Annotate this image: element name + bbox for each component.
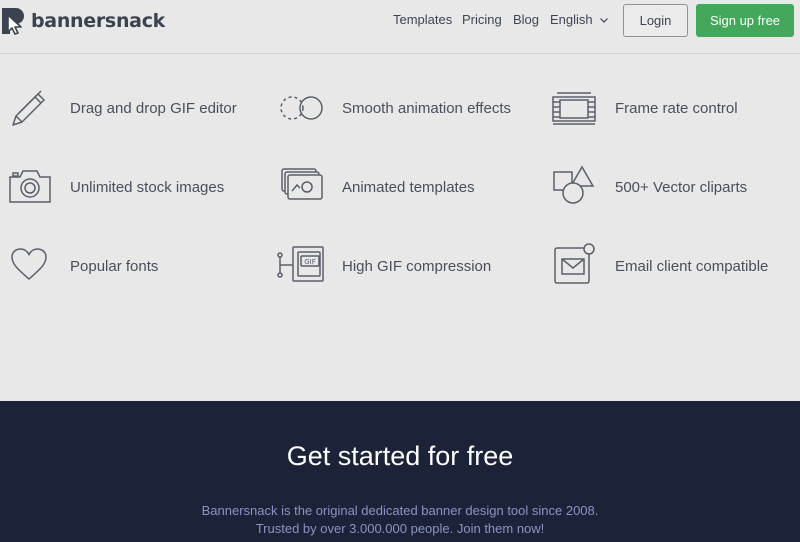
animation-circles-icon: [279, 94, 325, 122]
gif-compression-icon: GIF: [277, 245, 325, 283]
logo-text: bannersnack: [31, 10, 165, 32]
cta-description-line: Bannersnack is the original dedicated ba…: [201, 503, 599, 518]
site-header: bannersnack Templates Pricing Blog Engli…: [0, 0, 800, 54]
feature-label: Popular fonts: [70, 258, 159, 275]
logo-cursor-icon: [2, 8, 24, 35]
nav-blog[interactable]: Blog: [513, 12, 539, 27]
cta-description-line: Trusted by over 3.000.000 people. Join t…: [255, 521, 545, 536]
feature-label: Smooth animation effects: [342, 100, 511, 117]
feature-label: Frame rate control: [615, 100, 738, 117]
cta-title: Get started for free: [286, 441, 514, 471]
feature-label: Animated templates: [342, 179, 475, 196]
feature-label: 500+ Vector cliparts: [615, 179, 748, 196]
pencil-icon: [8, 88, 50, 128]
chevron-down-icon: [599, 17, 608, 23]
language-selector[interactable]: English: [550, 12, 609, 27]
camera-icon: [8, 168, 52, 204]
nav-templates[interactable]: Templates: [393, 12, 452, 27]
cta-description: Bannersnack is the original dedicated ba…: [0, 502, 800, 538]
features-grid: Drag and drop GIF editor Smooth animatio…: [0, 54, 800, 401]
templates-stack-icon: [280, 167, 324, 201]
logo[interactable]: bannersnack: [0, 6, 165, 36]
svg-text:GIF: GIF: [304, 258, 316, 266]
feature-label: High GIF compression: [342, 258, 492, 275]
signup-button[interactable]: Sign up free: [696, 4, 794, 37]
login-button[interactable]: Login: [623, 4, 688, 37]
film-frames-icon: [551, 91, 597, 125]
language-label: English: [550, 12, 593, 27]
email-icon: [552, 242, 598, 286]
feature-label: Unlimited stock images: [70, 179, 225, 196]
shapes-icon: [552, 164, 596, 206]
feature-label: Email client compatible: [615, 258, 769, 275]
cta-section: Get started for free Bannersnack is the …: [0, 401, 800, 542]
nav-pricing[interactable]: Pricing: [462, 12, 502, 27]
feature-label: Drag and drop GIF editor: [70, 100, 237, 117]
heart-icon: [10, 247, 48, 281]
